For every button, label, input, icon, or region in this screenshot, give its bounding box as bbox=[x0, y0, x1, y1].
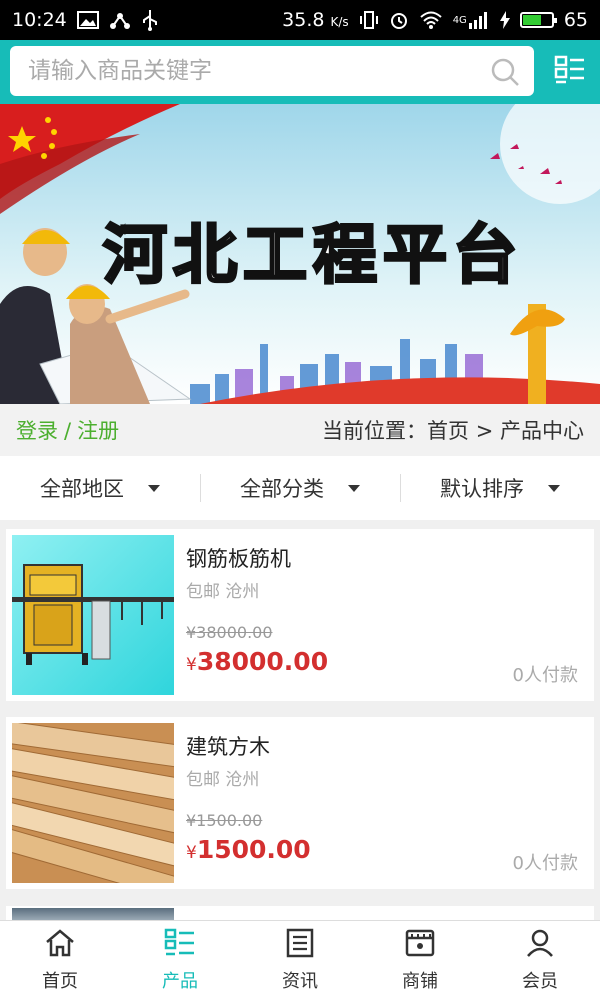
filter-region-label: 全部地区 bbox=[40, 477, 124, 501]
usb-icon bbox=[141, 9, 159, 31]
currency-symbol: ¥ bbox=[186, 655, 197, 675]
status-bar: 10:24 35.8 K/s 4G 65 bbox=[0, 0, 600, 40]
nav-member-label: 会员 bbox=[522, 971, 558, 992]
search-icon[interactable] bbox=[490, 57, 520, 91]
product-card[interactable]: 建筑方木 包邮 沧州 ¥1500.00 ¥1500.00 0人付款 bbox=[6, 717, 594, 889]
chevron-down-icon bbox=[348, 484, 360, 492]
home-icon bbox=[44, 928, 76, 963]
product-name[interactable]: 钢筋板筋机 bbox=[186, 543, 291, 573]
product-price: ¥1500.00 bbox=[186, 835, 311, 864]
nav-home-label: 首页 bbox=[42, 971, 78, 992]
nav-store[interactable]: 商铺 bbox=[360, 921, 480, 1000]
auth-separator: / bbox=[64, 419, 72, 443]
filter-sort[interactable]: 默认排序 bbox=[400, 456, 600, 520]
product-original-price: ¥38000.00 bbox=[186, 623, 273, 642]
filter-bar: 全部地区 全部分类 默认排序 bbox=[0, 456, 600, 520]
chevron-down-icon bbox=[148, 484, 160, 492]
filter-category-label: 全部分类 bbox=[240, 477, 324, 501]
network-speed-unit: K/s bbox=[330, 15, 349, 29]
product-buyers: 0人付款 bbox=[512, 665, 578, 686]
location-bar: 登录 / 注册 当前位置：首页 > 产品中心 bbox=[0, 404, 600, 456]
product-name[interactable]: 建筑方木 bbox=[186, 731, 270, 761]
alarm-icon bbox=[389, 10, 409, 30]
battery-icon bbox=[519, 12, 557, 28]
product-image[interactable] bbox=[12, 535, 174, 695]
breadcrumb-arrow: > bbox=[475, 419, 494, 443]
register-link[interactable]: 注册 bbox=[77, 419, 119, 443]
filter-category[interactable]: 全部分类 bbox=[200, 456, 400, 520]
bottom-nav: 首页 产品 资讯 商铺 会员 bbox=[0, 920, 600, 1000]
filter-region[interactable]: 全部地区 bbox=[0, 456, 200, 520]
product-price: ¥38000.00 bbox=[186, 647, 328, 676]
product-price-value: 38000.00 bbox=[196, 647, 329, 676]
breadcrumb-prefix: 当前位置： bbox=[322, 419, 428, 443]
auth-links: 登录 / 注册 bbox=[16, 415, 119, 445]
charging-icon bbox=[499, 11, 510, 29]
nav-member[interactable]: 会员 bbox=[480, 921, 600, 1000]
currency-symbol: ¥ bbox=[186, 843, 197, 863]
filter-sort-label: 默认排序 bbox=[440, 477, 524, 501]
network-type: 4G bbox=[452, 14, 467, 26]
login-link[interactable]: 登录 bbox=[16, 419, 58, 443]
hero-banner[interactable]: 河北工程平台 bbox=[0, 104, 600, 404]
search-header bbox=[0, 40, 600, 104]
news-icon bbox=[285, 928, 315, 963]
list-icon bbox=[164, 928, 196, 963]
signal-icon: 4G bbox=[453, 11, 490, 29]
battery-level: 65 bbox=[563, 9, 588, 31]
category-menu-icon[interactable] bbox=[554, 54, 586, 90]
product-card[interactable] bbox=[6, 906, 594, 920]
status-time: 10:24 bbox=[12, 9, 67, 31]
nav-products-label: 产品 bbox=[162, 971, 198, 992]
product-image[interactable] bbox=[12, 908, 174, 920]
nav-news[interactable]: 资讯 bbox=[240, 921, 360, 1000]
product-image[interactable] bbox=[12, 723, 174, 883]
user-icon bbox=[525, 928, 555, 963]
chevron-down-icon bbox=[548, 484, 560, 492]
search-input[interactable] bbox=[26, 46, 490, 96]
product-price-value: 1500.00 bbox=[196, 835, 311, 864]
search-box[interactable] bbox=[10, 46, 534, 96]
product-buyers: 0人付款 bbox=[512, 853, 578, 874]
breadcrumb-home[interactable]: 首页 bbox=[427, 419, 469, 443]
nav-products[interactable]: 产品 bbox=[120, 921, 240, 1000]
product-card[interactable]: 钢筋板筋机 包邮 沧州 ¥38000.00 ¥38000.00 0人付款 bbox=[6, 529, 594, 701]
product-shipping: 包邮 沧州 bbox=[186, 770, 260, 790]
wifi-icon bbox=[419, 10, 443, 30]
network-speed-value: 35.8 bbox=[282, 9, 325, 31]
vibrate-icon bbox=[359, 10, 379, 30]
product-original-price: ¥1500.00 bbox=[186, 811, 263, 830]
product-shipping: 包邮 沧州 bbox=[186, 582, 260, 602]
breadcrumb: 当前位置：首页 > 产品中心 bbox=[322, 415, 584, 445]
nav-store-label: 商铺 bbox=[402, 971, 438, 992]
nav-home[interactable]: 首页 bbox=[0, 921, 120, 1000]
share-icon bbox=[109, 10, 131, 30]
network-speed: 35.8 K/s bbox=[282, 9, 349, 31]
image-icon bbox=[76, 11, 99, 29]
banner-title: 河北工程平台 bbox=[102, 218, 523, 295]
nav-news-label: 资讯 bbox=[282, 971, 318, 992]
store-icon bbox=[404, 928, 436, 963]
breadcrumb-current: 产品中心 bbox=[500, 419, 584, 443]
